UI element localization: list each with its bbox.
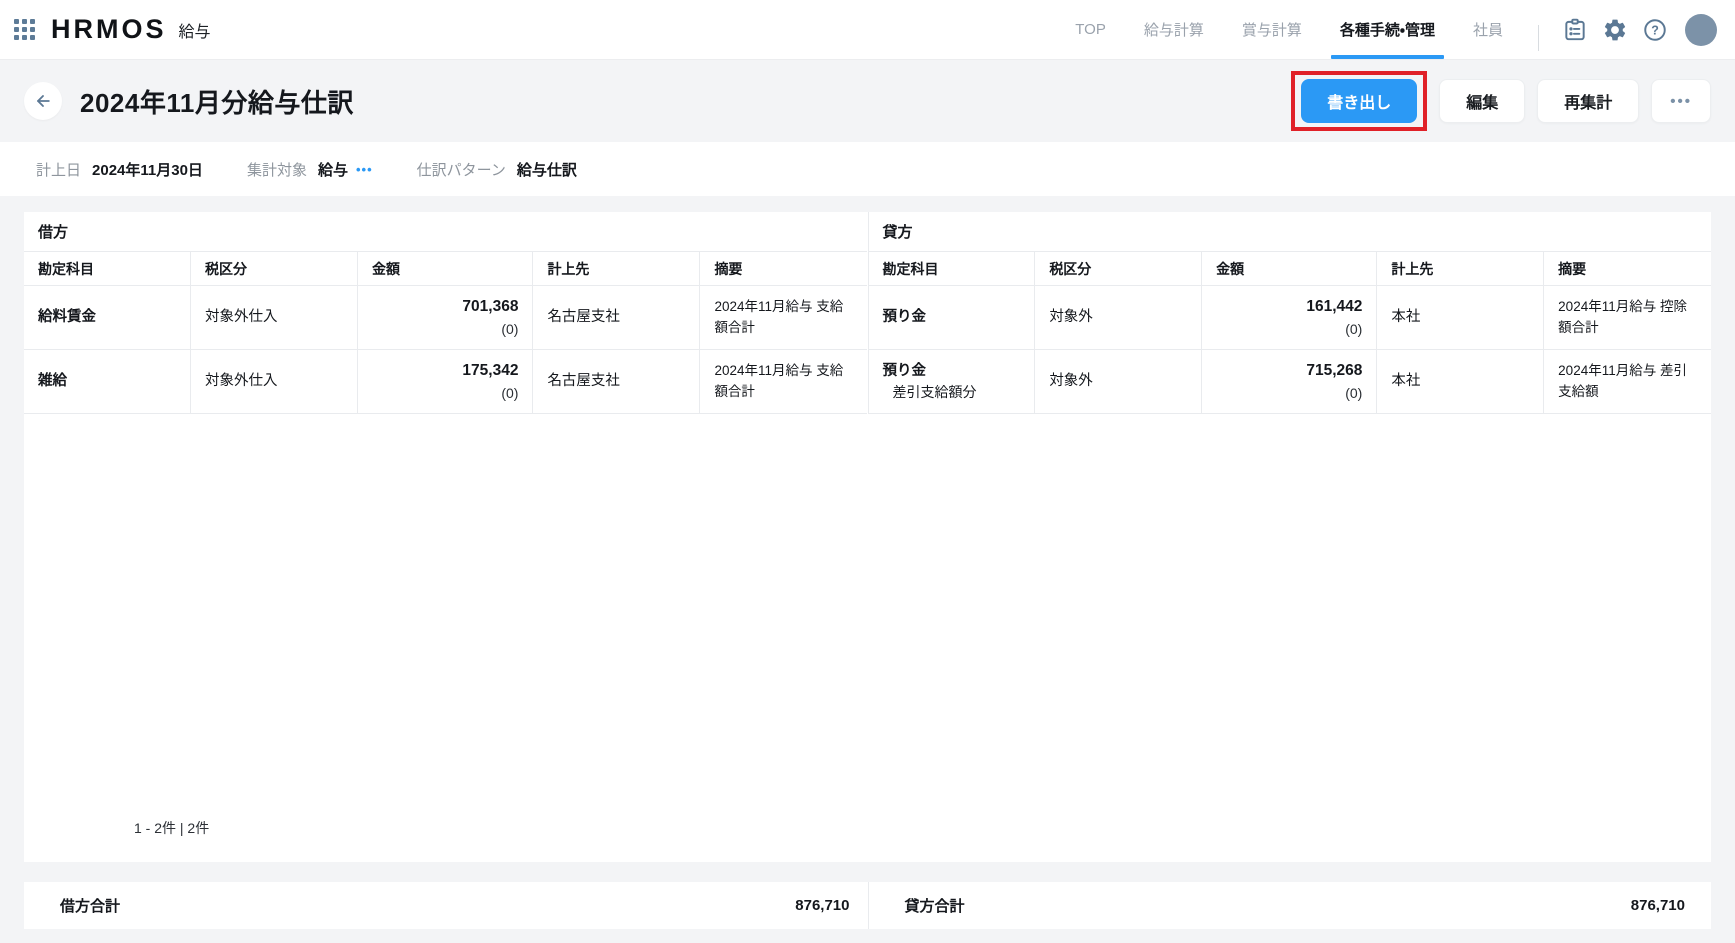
debit-total-label: 借方合計: [60, 895, 120, 916]
journal-tables: 借方 勘定科目 税区分 金額 計上先 摘要 給料賃金 対象外仕入 701,368…: [24, 212, 1711, 414]
amount-value: 175,342: [462, 360, 518, 382]
credit-group-header: 貸方: [869, 212, 1711, 252]
export-button[interactable]: 書き出し: [1301, 79, 1417, 123]
table-cell-memo: 2024年11月給与 差引支給額: [1544, 350, 1711, 414]
table-cell-tax: 対象外: [1035, 286, 1202, 350]
journal-pattern-group: 仕訳パターン 給与仕訳: [417, 159, 577, 180]
amount-sub-value: (0): [501, 383, 518, 403]
user-avatar[interactable]: [1685, 14, 1717, 46]
svg-text:?: ?: [1651, 23, 1659, 37]
table-cell-amount: 161,442 (0): [1202, 286, 1377, 350]
table-cell-memo: 2024年11月給与 控除額合計: [1544, 286, 1711, 350]
page-header: 2024年11月分給与仕訳 書き出し 編集 再集計 •••: [0, 60, 1735, 142]
nav-divider: [1538, 25, 1539, 51]
table-cell-amount: 175,342 (0): [358, 350, 533, 414]
account-name: 給料賃金: [38, 307, 96, 328]
nav-item-procedures[interactable]: 各種手続・管理: [1321, 0, 1454, 59]
hrmos-logo: HRMOS: [51, 14, 167, 45]
credit-total-label: 貸方合計: [905, 895, 965, 916]
debit-col-memo: 摘要: [700, 252, 867, 286]
recalculate-button[interactable]: 再集計: [1537, 79, 1639, 123]
posting-date-label: 計上日: [36, 159, 81, 180]
target-more-dots[interactable]: •••: [356, 162, 373, 177]
account-sub: 差引支給額分: [883, 382, 977, 402]
debit-table: 借方 勘定科目 税区分 金額 計上先 摘要 給料賃金 対象外仕入 701,368…: [24, 212, 868, 414]
table-cell-branch: 名古屋支社: [533, 286, 700, 350]
debit-col-account: 勘定科目: [24, 252, 191, 286]
debit-col-branch: 計上先: [533, 252, 700, 286]
page-title: 2024年11月分給与仕訳: [80, 83, 354, 120]
edit-button[interactable]: 編集: [1439, 79, 1525, 123]
table-cell-account: 雑給: [24, 350, 191, 414]
product-name: 給与: [179, 18, 211, 42]
totals-bar: 借方合計 876,710 貸方合計 876,710: [24, 882, 1711, 929]
credit-total-section: 貸方合計 876,710: [868, 882, 1712, 929]
credit-table: 貸方 勘定科目 税区分 金額 計上先 摘要 預り金 対象外 161,442 (0…: [868, 212, 1712, 414]
credit-total-value: 876,710: [1631, 897, 1685, 914]
table-cell-amount: 701,368 (0): [358, 286, 533, 350]
export-button-annotation-wrap: 書き出し: [1301, 79, 1417, 123]
credit-col-amount: 金額: [1202, 252, 1377, 286]
credit-col-tax: 税区分: [1035, 252, 1202, 286]
account-name: 雑給: [38, 371, 67, 392]
journal-table-card: 借方 勘定科目 税区分 金額 計上先 摘要 給料賃金 対象外仕入 701,368…: [24, 212, 1711, 862]
journal-pattern-label: 仕訳パターン: [417, 159, 506, 180]
credit-col-branch: 計上先: [1377, 252, 1544, 286]
more-actions-button[interactable]: •••: [1651, 79, 1711, 123]
table-cell-memo: 2024年11月給与 支給額合計: [700, 286, 867, 350]
aggregation-target-label: 集計対象: [247, 159, 307, 180]
credit-col-memo: 摘要: [1544, 252, 1711, 286]
amount-value: 701,368: [462, 296, 518, 318]
table-cell-branch: 本社: [1377, 350, 1544, 414]
journal-meta-bar: 計上日 2024年11月30日 集計対象 給与 ••• 仕訳パターン 給与仕訳: [0, 142, 1735, 196]
nav-item-bonus[interactable]: 賞与計算: [1223, 0, 1321, 59]
back-button[interactable]: [24, 82, 62, 120]
amount-sub-value: (0): [1345, 383, 1362, 403]
table-cell-tax: 対象外: [1035, 350, 1202, 414]
credit-col-account: 勘定科目: [869, 252, 1036, 286]
amount-value: 715,268: [1306, 360, 1362, 382]
table-cell-tax: 対象外仕入: [191, 286, 358, 350]
posting-date-group: 計上日 2024年11月30日: [36, 159, 203, 180]
app-launcher-grid-icon[interactable]: [14, 19, 35, 40]
nav-item-employees[interactable]: 社員: [1454, 0, 1522, 59]
aggregation-target-value: 給与: [318, 159, 348, 180]
table-cell-branch: 名古屋支社: [533, 350, 700, 414]
settings-gear-icon[interactable]: [1595, 10, 1635, 50]
posting-date-value: 2024年11月30日: [92, 159, 203, 180]
account-name: 預り金: [883, 307, 927, 328]
pagination-status: 1 - 2件 | 2件: [24, 818, 1711, 862]
amount-sub-value: (0): [1345, 319, 1362, 339]
table-cell-account: 預り金 差引支給額分: [869, 350, 1036, 414]
nav-item-top[interactable]: TOP: [1056, 0, 1125, 59]
aggregation-target-group: 集計対象 給与 •••: [247, 159, 373, 180]
table-cell-memo: 2024年11月給与 支給額合計: [700, 350, 867, 414]
table-cell-tax: 対象外仕入: [191, 350, 358, 414]
amount-sub-value: (0): [501, 319, 518, 339]
debit-col-tax: 税区分: [191, 252, 358, 286]
primary-nav: TOP 給与計算 賞与計算 各種手続・管理 社員: [1056, 0, 1522, 59]
top-navigation: HRMOS 給与 TOP 給与計算 賞与計算 各種手続・管理 社員: [0, 0, 1735, 60]
amount-value: 161,442: [1306, 296, 1362, 318]
tasks-clipboard-icon[interactable]: [1555, 10, 1595, 50]
account-name: 預り金: [883, 361, 927, 382]
page-root: HRMOS 給与 TOP 給与計算 賞与計算 各種手続・管理 社員: [0, 0, 1735, 943]
header-actions: 書き出し 編集 再集計 •••: [1301, 79, 1711, 123]
debit-total-value: 876,710: [795, 897, 849, 914]
arrow-left-icon: [33, 91, 53, 111]
debit-group-header: 借方: [24, 212, 867, 252]
nav-item-payroll[interactable]: 給与計算: [1125, 0, 1223, 59]
debit-total-section: 借方合計 876,710: [24, 882, 868, 929]
help-icon[interactable]: ?: [1635, 10, 1675, 50]
debit-col-amount: 金額: [358, 252, 533, 286]
journal-pattern-value: 給与仕訳: [517, 159, 577, 180]
table-cell-account: 給料賃金: [24, 286, 191, 350]
table-cell-account: 預り金: [869, 286, 1036, 350]
table-cell-branch: 本社: [1377, 286, 1544, 350]
table-cell-amount: 715,268 (0): [1202, 350, 1377, 414]
